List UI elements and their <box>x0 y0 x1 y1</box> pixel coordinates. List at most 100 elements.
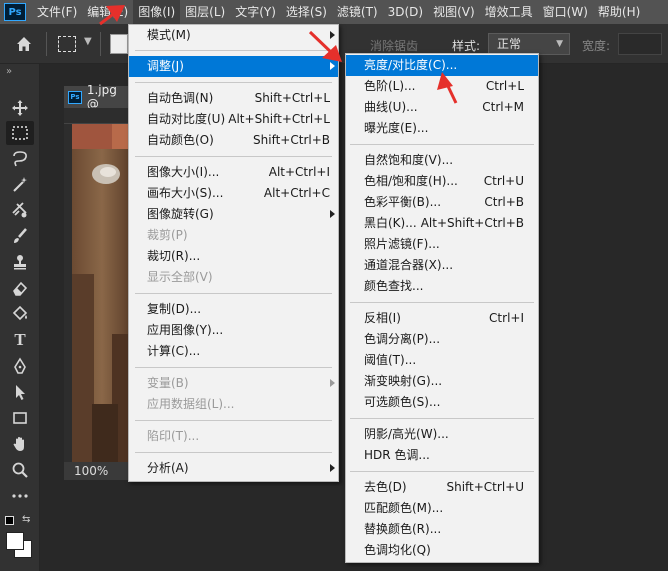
menu-item-crop[interactable]: 裁剪(P) <box>129 225 338 246</box>
antialias-checkbox-label[interactable]: 消除锯齿 <box>370 37 418 54</box>
menu-plugins[interactable]: 增效工具 <box>480 0 538 24</box>
menu-item-replace-color[interactable]: 替换颜色(R)... <box>346 519 538 540</box>
rect-marquee-tool-icon[interactable] <box>6 121 34 145</box>
menu-view[interactable]: 视图(V) <box>428 0 480 24</box>
type-tool-icon[interactable]: T <box>6 328 34 352</box>
menu-item-variables[interactable]: 变量(B) <box>129 373 338 394</box>
menu-item-black-white[interactable]: 黑白(K)... Alt+Shift+Ctrl+B <box>346 213 538 234</box>
menu-select[interactable]: 选择(S) <box>281 0 332 24</box>
menu-item-apply-data-set[interactable]: 应用数据组(L)... <box>129 394 338 415</box>
menu-item-desaturate[interactable]: 去色(D) Shift+Ctrl+U <box>346 477 538 498</box>
menu-item-image-rotation[interactable]: 图像旋转(G) <box>129 204 338 225</box>
menu-item-equalize[interactable]: 色调均化(Q) <box>346 540 538 561</box>
photoshop-logo: Ps <box>4 3 26 21</box>
menu-file[interactable]: 文件(F) <box>32 0 82 24</box>
foreground-color-swatch[interactable] <box>6 532 24 550</box>
menu-item-posterize[interactable]: 色调分离(P)... <box>346 329 538 350</box>
magic-wand-tool-icon[interactable] <box>6 172 34 196</box>
menu-item-trap[interactable]: 陷印(T)... <box>129 426 338 447</box>
menu-item-trim[interactable]: 裁切(R)... <box>129 246 338 267</box>
submenu-arrow-icon <box>330 210 335 218</box>
stamp-tool-icon[interactable] <box>6 250 34 274</box>
width-input[interactable] <box>618 33 662 55</box>
crop-tool-icon[interactable] <box>6 198 34 222</box>
vertical-ruler[interactable] <box>64 124 72 462</box>
menu-item-threshold[interactable]: 阈值(T)... <box>346 350 538 371</box>
menu-item-analysis[interactable]: 分析(A) <box>129 458 338 479</box>
menu-item-shortcut: Ctrl+B <box>484 195 524 209</box>
horizontal-ruler[interactable] <box>64 108 132 124</box>
menu-item-adjustments[interactable]: 调整(J) <box>129 56 338 77</box>
menu-layer[interactable]: 图层(L) <box>180 0 230 24</box>
menu-item-label: 应用图像(Y)... <box>147 323 224 337</box>
menu-item-auto-color[interactable]: 自动颜色(O) Shift+Ctrl+B <box>129 130 338 151</box>
menu-item-color-lookup[interactable]: 颜色查找... <box>346 276 538 297</box>
menu-item-selective-color[interactable]: 可选颜色(S)... <box>346 392 538 413</box>
menu-separator <box>350 418 534 419</box>
menu-type[interactable]: 文字(Y) <box>230 0 281 24</box>
menu-item-gradient-map[interactable]: 渐变映射(G)... <box>346 371 538 392</box>
menu-item-auto-contrast[interactable]: 自动对比度(U) Alt+Shift+Ctrl+L <box>129 109 338 130</box>
menu-item-reveal-all[interactable]: 显示全部(V) <box>129 267 338 288</box>
menu-item-exposure[interactable]: 曝光度(E)... <box>346 118 538 139</box>
menu-edit[interactable]: 编辑(E) <box>82 0 133 24</box>
menu-item-match-color[interactable]: 匹配颜色(M)... <box>346 498 538 519</box>
brush-tool-icon[interactable] <box>6 224 34 248</box>
menu-item-label: 色相/饱和度(H)... <box>364 174 458 188</box>
default-colors-icon[interactable] <box>5 516 14 525</box>
lasso-tool-icon[interactable] <box>6 147 34 171</box>
home-icon[interactable] <box>14 34 34 54</box>
menu-item-label: 自然饱和度(V)... <box>364 153 454 167</box>
paint-bucket-tool-icon[interactable] <box>6 302 34 326</box>
menu-help[interactable]: 帮助(H) <box>593 0 645 24</box>
move-tool-icon[interactable] <box>6 96 34 120</box>
eraser-tool-icon[interactable] <box>6 276 34 300</box>
rectangle-tool-icon[interactable] <box>6 406 34 430</box>
menu-item-shortcut: Alt+Shift+Ctrl+B <box>420 216 524 230</box>
menu-item-apply-image[interactable]: 应用图像(Y)... <box>129 320 338 341</box>
zoom-tool-icon[interactable] <box>6 458 34 482</box>
menu-item-duplicate[interactable]: 复制(D)... <box>129 299 338 320</box>
collapse-panel-icon[interactable]: » <box>6 66 12 77</box>
menu-filter[interactable]: 滤镜(T) <box>332 0 383 24</box>
menu-item-photo-filter[interactable]: 照片滤镜(F)... <box>346 234 538 255</box>
rect-marquee-preset-icon[interactable] <box>58 36 76 52</box>
menu-item-invert[interactable]: 反相(I) Ctrl+I <box>346 308 538 329</box>
menu-item-label: 调整(J) <box>147 59 184 73</box>
menu-item-label: 颜色查找... <box>364 279 424 293</box>
menu-item-calculations[interactable]: 计算(C)... <box>129 341 338 362</box>
menu-item-shadows-highlights[interactable]: 阴影/高光(W)... <box>346 424 538 445</box>
menu-separator <box>135 50 332 51</box>
zoom-level[interactable]: 100% <box>64 462 132 480</box>
menu-item-curves[interactable]: 曲线(U)... Ctrl+M <box>346 97 538 118</box>
chevron-down-icon[interactable]: ▼ <box>84 36 92 47</box>
menu-image[interactable]: 图像(I) <box>133 0 181 24</box>
path-selection-tool-icon[interactable] <box>6 380 34 404</box>
menu-window[interactable]: 窗口(W) <box>538 0 593 24</box>
style-select[interactable]: 正常 ▼ <box>488 33 570 55</box>
menu-item-mode[interactable]: 模式(M) <box>129 25 338 46</box>
menu-item-image-size[interactable]: 图像大小(I)... Alt+Ctrl+I <box>129 162 338 183</box>
document-tab[interactable]: Ps 1.jpg @ <box>64 83 132 111</box>
menu-3d[interactable]: 3D(D) <box>383 0 428 24</box>
menu-item-hue-saturation[interactable]: 色相/饱和度(H)... Ctrl+U <box>346 171 538 192</box>
hand-tool-icon[interactable] <box>6 432 34 456</box>
new-selection-button[interactable] <box>110 34 128 54</box>
pen-tool-icon[interactable] <box>6 354 34 378</box>
menu-item-levels[interactable]: 色阶(L)... Ctrl+L <box>346 76 538 97</box>
swap-colors-icon[interactable]: ⇆ <box>22 514 30 525</box>
menu-item-hdr-toning[interactable]: HDR 色调... <box>346 445 538 466</box>
menu-item-auto-tone[interactable]: 自动色调(N) Shift+Ctrl+L <box>129 88 338 109</box>
divider <box>46 32 47 56</box>
menu-item-brightness-contrast[interactable]: 亮度/对比度(C)... <box>346 55 538 76</box>
menu-item-label: 陷印(T)... <box>147 429 200 443</box>
menu-item-color-balance[interactable]: 色彩平衡(B)... Ctrl+B <box>346 192 538 213</box>
more-tools-icon[interactable] <box>6 484 34 508</box>
document-canvas[interactable] <box>72 124 132 462</box>
document-ps-icon: Ps <box>68 90 82 104</box>
submenu-arrow-icon <box>330 464 335 472</box>
menu-item-vibrance[interactable]: 自然饱和度(V)... <box>346 150 538 171</box>
menu-item-canvas-size[interactable]: 画布大小(S)... Alt+Ctrl+C <box>129 183 338 204</box>
menu-item-channel-mixer[interactable]: 通道混合器(X)... <box>346 255 538 276</box>
menu-item-label: 图像大小(I)... <box>147 165 220 179</box>
